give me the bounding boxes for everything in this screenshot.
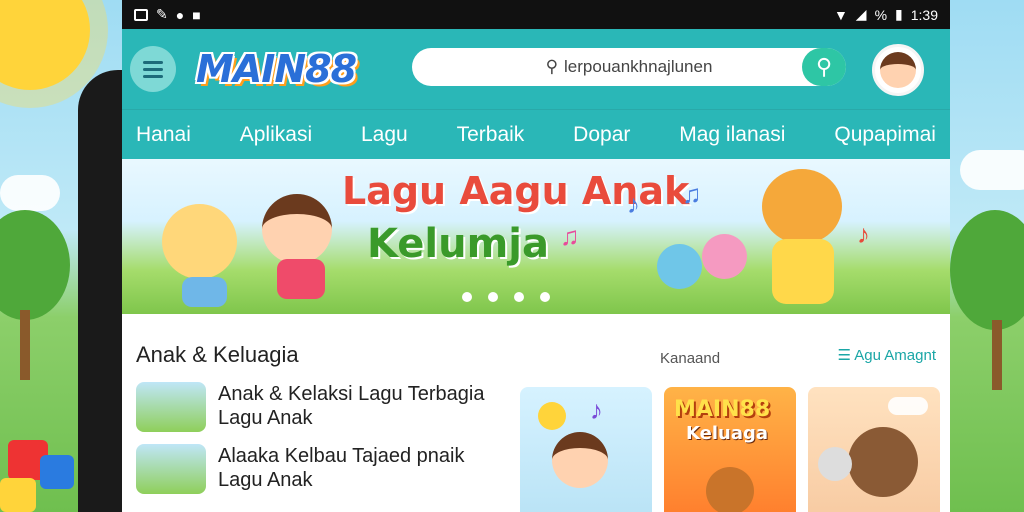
music-note-icon: ♫ <box>682 179 702 209</box>
music-note-icon: ♪ <box>590 395 603 425</box>
menu-button[interactable] <box>130 46 176 92</box>
carousel-dot[interactable] <box>514 292 524 302</box>
list-item-thumbnail <box>136 444 206 494</box>
search-input-value: lerpouankhnajlunen <box>564 57 713 76</box>
search-button[interactable]: ⚲ <box>802 48 846 86</box>
tree-trunk-decoration <box>992 320 1002 390</box>
list-item[interactable]: Alaaka Kelbau Tajaed pnaik Lagu Anak <box>136 444 506 494</box>
content-section: Anak & Keluagia Kanaand ☰ Agu Amagnt Ana… <box>122 314 950 512</box>
cartoon-dress <box>277 259 325 299</box>
teddy-bear-blue <box>657 244 702 289</box>
image-icon <box>134 8 148 21</box>
plush-toy <box>818 447 852 481</box>
list-item-subtitle: Lagu Anak <box>218 469 313 491</box>
hamburger-icon <box>143 60 163 64</box>
tab-qupapimai[interactable]: Qupapimai <box>834 115 936 155</box>
tab-hanai[interactable]: Hanai <box>136 115 191 155</box>
carousel-dot[interactable] <box>488 292 498 302</box>
card-row: ♪ MAIN88 Keluaga <box>520 387 940 512</box>
sun-icon <box>538 402 566 430</box>
battery-icon: ▮ <box>895 6 903 22</box>
list-item-title: Anak & Kelaksi Lagu Terbagia <box>218 383 485 405</box>
tab-bar: Hanai Aplikasi Lagu Terbaik Dopar Mag il… <box>122 109 950 167</box>
search-input-icon: ⚲ <box>545 57 559 76</box>
hamburger-icon-line <box>143 67 163 71</box>
section-title: Anak & Keluagia <box>136 342 299 367</box>
hero-banner[interactable]: Lagu Aagu Anak Kelumja ♪ ♫ ♫ ♪ <box>122 159 950 314</box>
music-note-icon: ♫ <box>560 221 580 251</box>
tab-terbaik[interactable]: Terbaik <box>457 115 525 155</box>
card-subtitle: Keluaga <box>686 423 769 444</box>
music-note-icon: ♪ <box>627 189 640 219</box>
teddy-bear <box>706 467 754 512</box>
cartoon-girl-brown-hair <box>262 194 332 264</box>
list-item-subtitle: Lagu Anak <box>218 407 313 429</box>
signal-icon: ◢ <box>855 6 867 22</box>
list-item-title: Alaaka Kelbau Tajaed pnaik <box>218 445 465 467</box>
carousel-dot[interactable] <box>540 292 550 302</box>
phone-screen: ✎ ● ■ ▼ ◢ % ▮ 1:39 MAIN88 ⚲ lerpouankhna… <box>122 0 950 512</box>
sync-icon: ● <box>175 6 185 23</box>
carousel-indicator <box>462 292 550 302</box>
content-card[interactable] <box>808 387 940 512</box>
teddy-bear-orange <box>762 169 842 244</box>
see-all-link[interactable]: ☰ Agu Amagnt <box>837 346 936 364</box>
tab-aplikasi[interactable]: Aplikasi <box>219 115 333 167</box>
cloud-decoration <box>0 175 60 211</box>
toy-block-decoration <box>40 455 74 489</box>
cartoon-child <box>552 432 608 488</box>
section-subtitle: Kanaand <box>660 350 721 367</box>
hamburger-icon-line <box>143 74 163 78</box>
teddy-bear-body <box>772 239 834 304</box>
list-item[interactable]: Anak & Kelaksi Lagu Terbagia Lagu Anak <box>136 382 506 432</box>
toy-block-decoration <box>0 478 36 512</box>
clock: 1:39 <box>910 6 938 23</box>
app-header: MAIN88 ⚲ lerpouankhnajlunen ⚲ <box>122 29 950 109</box>
cloud-decoration <box>960 150 1024 190</box>
message-icon: ■ <box>192 6 201 23</box>
tab-mag-ilanasi[interactable]: Mag ilanasi <box>679 115 785 155</box>
cartoon-girl-blonde <box>162 204 237 279</box>
tree-decoration <box>0 210 70 320</box>
teddy-bear-brown <box>848 427 918 497</box>
tab-lagu[interactable]: Lagu <box>361 115 408 155</box>
cloud-decoration <box>888 397 928 415</box>
content-card[interactable]: MAIN88 Keluaga <box>664 387 796 512</box>
list-item-thumbnail <box>136 382 206 432</box>
avatar[interactable] <box>872 44 924 96</box>
content-card[interactable]: ♪ <box>520 387 652 512</box>
search-input[interactable]: ⚲ lerpouankhnajlunen ⚲ <box>412 48 846 86</box>
carousel-dot[interactable] <box>462 292 472 302</box>
tree-trunk-decoration <box>20 310 30 380</box>
see-all-label: Agu Amagnt <box>854 347 936 364</box>
music-note-icon: ♪ <box>857 219 870 249</box>
wifi-icon: ▼ <box>833 6 848 23</box>
list-icon: ☰ <box>837 347 851 364</box>
teddy-bear-pink <box>702 234 747 279</box>
app-logo[interactable]: MAIN88 <box>196 47 357 91</box>
search-icon: ⚲ <box>815 54 833 79</box>
card-title: MAIN88 <box>674 397 771 422</box>
cartoon-shirt <box>182 277 227 307</box>
avatar-face-icon <box>880 52 916 88</box>
status-bar: ✎ ● ■ ▼ ◢ % ▮ 1:39 <box>122 0 950 29</box>
sun-decoration <box>0 0 90 90</box>
song-list: Anak & Kelaksi Lagu Terbagia Lagu Anak A… <box>136 382 506 494</box>
tab-dopar[interactable]: Dopar <box>573 115 630 155</box>
battery-percent: % <box>874 6 888 23</box>
notification-icon: ✎ <box>156 6 168 22</box>
banner-title-line2: Kelumja <box>367 221 549 267</box>
tree-decoration <box>950 210 1024 330</box>
